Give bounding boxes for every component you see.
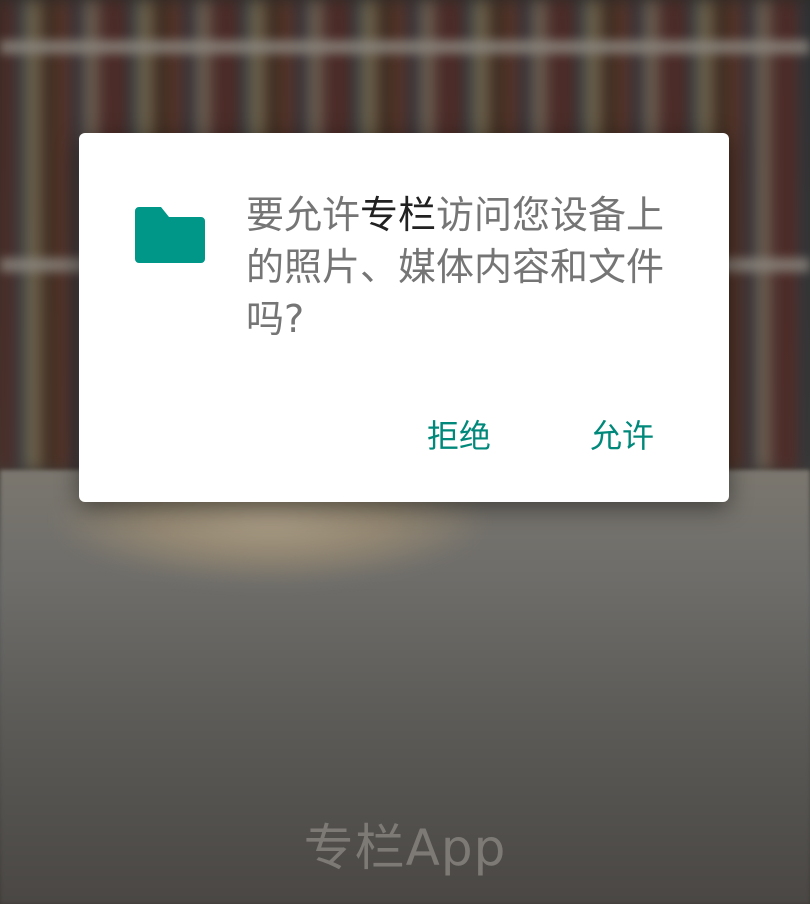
screen: 专栏App 要允许专栏访问您设备上的照片、媒体内容和文件吗? 拒绝 允许: [0, 0, 810, 904]
permission-dialog: 要允许专栏访问您设备上的照片、媒体内容和文件吗? 拒绝 允许: [79, 133, 729, 502]
app-name-label: 专栏App: [303, 819, 507, 877]
message-prefix: 要允许: [246, 193, 361, 237]
permission-message: 要允许专栏访问您设备上的照片、媒体内容和文件吗?: [246, 189, 666, 345]
deny-button[interactable]: 拒绝: [421, 403, 497, 465]
folder-icon: [135, 207, 205, 263]
message-app-name: 专栏: [360, 193, 437, 237]
background-shelf-edge: [0, 40, 810, 54]
allow-button[interactable]: 允许: [584, 403, 660, 465]
